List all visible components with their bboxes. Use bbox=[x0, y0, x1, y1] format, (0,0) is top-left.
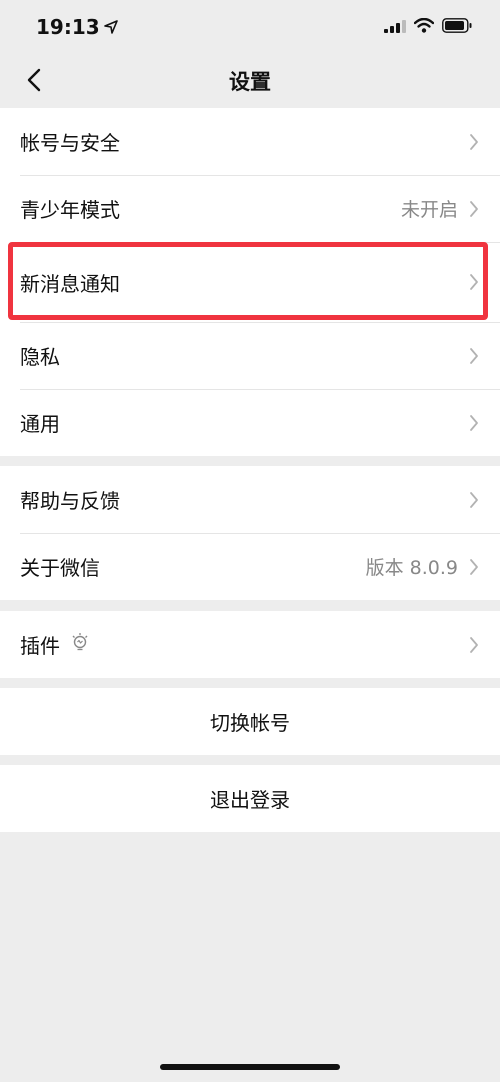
settings-group-account: 帐号与安全 青少年模式 未开启 新消息通知 隐私 通用 bbox=[0, 108, 500, 456]
wifi-icon bbox=[413, 17, 435, 37]
back-button[interactable] bbox=[14, 62, 54, 102]
logout-label: 退出登录 bbox=[210, 788, 290, 812]
status-icons bbox=[384, 17, 472, 37]
chevron-right-icon bbox=[468, 635, 480, 655]
signal-icon bbox=[384, 18, 406, 37]
location-arrow-icon bbox=[103, 15, 118, 39]
settings-item-about-wechat[interactable]: 关于微信 版本 8.0.9 bbox=[0, 533, 500, 600]
settings-item-label: 关于微信 bbox=[20, 556, 100, 580]
chevron-right-icon bbox=[468, 490, 480, 510]
settings-item-label: 青少年模式 bbox=[20, 198, 120, 222]
settings-item-new-message-notification[interactable]: 新消息通知 bbox=[0, 242, 500, 322]
settings-item-label: 隐私 bbox=[20, 345, 60, 369]
settings-item-general[interactable]: 通用 bbox=[0, 389, 500, 456]
lightbulb-icon bbox=[70, 632, 90, 657]
switch-account-button[interactable]: 切换帐号 bbox=[0, 688, 500, 755]
settings-group-help: 帮助与反馈 关于微信 版本 8.0.9 bbox=[0, 466, 500, 600]
switch-account-group: 切换帐号 bbox=[0, 688, 500, 755]
switch-account-label: 切换帐号 bbox=[210, 711, 290, 735]
chevron-right-icon bbox=[468, 346, 480, 366]
status-time: 19:13 bbox=[36, 15, 118, 39]
settings-item-account-security[interactable]: 帐号与安全 bbox=[0, 108, 500, 175]
settings-item-label: 帮助与反馈 bbox=[20, 489, 120, 513]
teen-mode-status: 未开启 bbox=[400, 199, 458, 221]
settings-item-label: 新消息通知 bbox=[20, 271, 120, 296]
settings-item-plugins[interactable]: 插件 bbox=[0, 611, 500, 678]
time-text: 19:13 bbox=[36, 15, 100, 39]
settings-item-label: 通用 bbox=[20, 412, 60, 436]
chevron-right-icon bbox=[468, 199, 480, 219]
page-title: 设置 bbox=[229, 70, 271, 94]
home-indicator[interactable] bbox=[160, 1064, 340, 1070]
version-text: 版本 8.0.9 bbox=[365, 557, 458, 579]
settings-item-label: 帐号与安全 bbox=[20, 131, 120, 155]
settings-item-teen-mode[interactable]: 青少年模式 未开启 bbox=[0, 175, 500, 242]
chevron-right-icon bbox=[468, 557, 480, 577]
chevron-right-icon bbox=[468, 272, 480, 292]
logout-button[interactable]: 退出登录 bbox=[0, 765, 500, 832]
chevron-right-icon bbox=[468, 413, 480, 433]
settings-group-plugins: 插件 bbox=[0, 611, 500, 678]
settings-item-label-wrap: 插件 bbox=[20, 630, 468, 659]
chevron-right-icon bbox=[468, 132, 480, 152]
settings-item-privacy[interactable]: 隐私 bbox=[0, 322, 500, 389]
battery-icon bbox=[442, 17, 472, 37]
nav-bar: 设置 bbox=[0, 54, 500, 108]
chevron-left-icon bbox=[27, 68, 41, 96]
status-bar: 19:13 bbox=[0, 0, 500, 54]
logout-group: 退出登录 bbox=[0, 765, 500, 832]
settings-item-help-feedback[interactable]: 帮助与反馈 bbox=[0, 466, 500, 533]
settings-item-label: 插件 bbox=[20, 634, 60, 658]
